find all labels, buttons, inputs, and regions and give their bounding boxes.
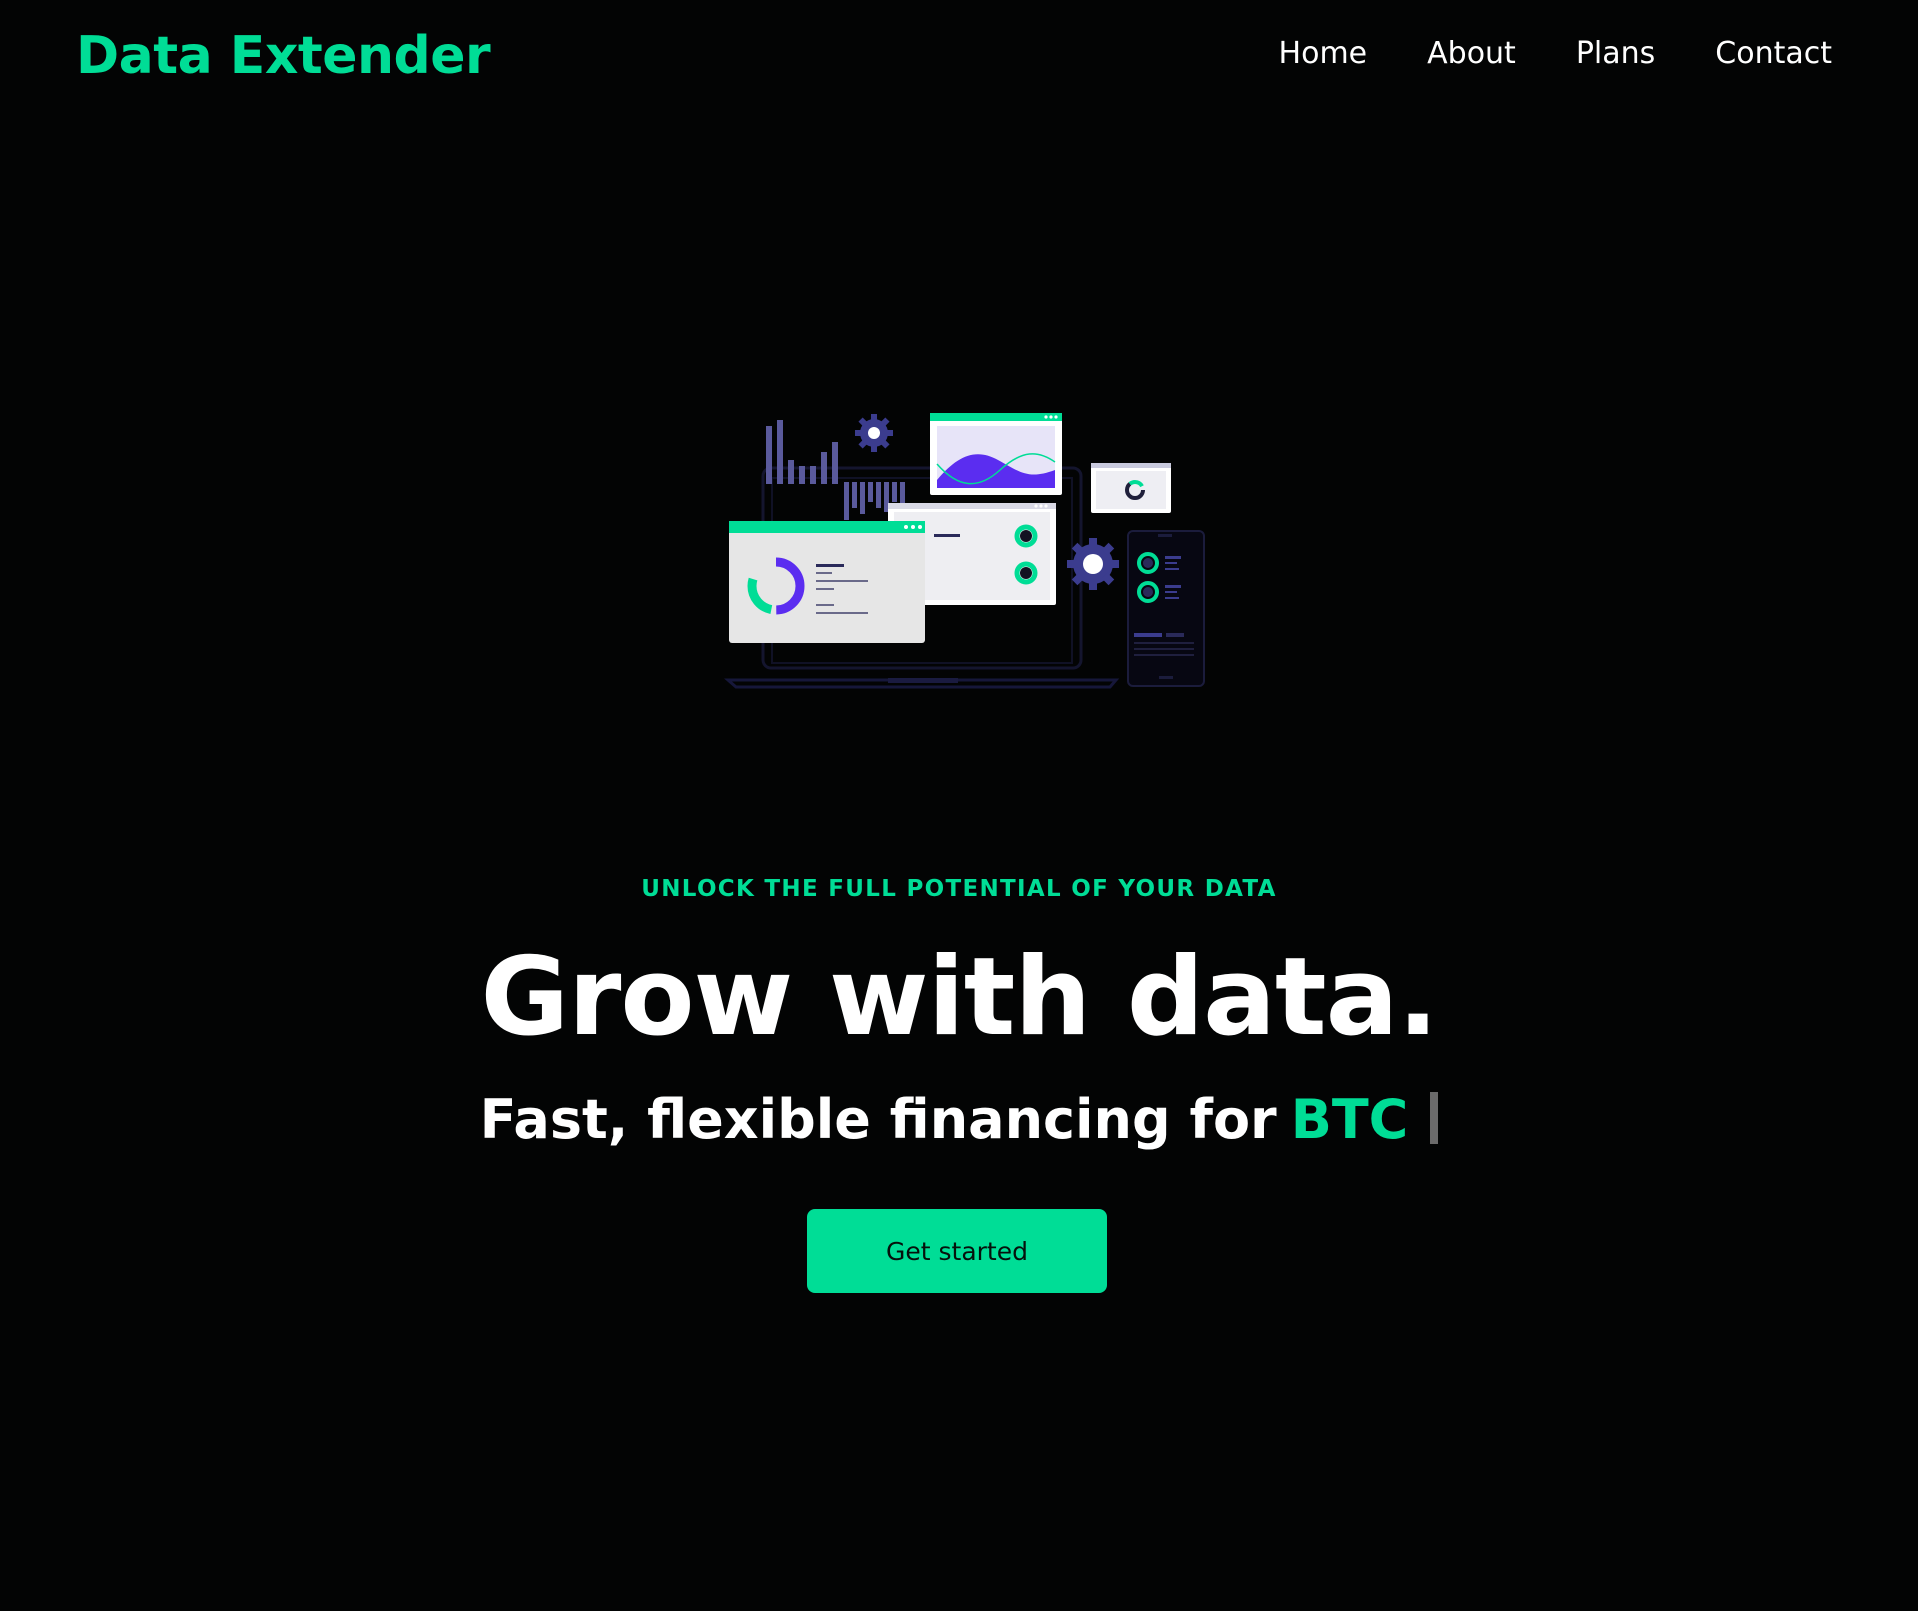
donut-chart-window [729, 521, 925, 643]
small-donut-window [1091, 463, 1171, 513]
hero-subline: Fast, flexible financing for BTC [0, 1088, 1918, 1151]
nav-about-link[interactable]: About [1427, 36, 1516, 71]
hero-eyebrow: UNLOCK THE FULL POTENTIAL OF YOUR DATA [641, 876, 1277, 902]
get-started-button[interactable]: Get started [807, 1209, 1107, 1293]
brand-logo[interactable]: Data Extender [76, 26, 491, 86]
hero-subline-prefix: Fast, flexible financing for [479, 1088, 1277, 1151]
main-nav: Home About Plans Contact [1279, 36, 1832, 71]
nav-contact-link[interactable]: Contact [1715, 36, 1832, 71]
bar-columns-graphic [766, 420, 838, 484]
laptop-notch [888, 678, 958, 683]
hero-headline: Grow with data. [480, 935, 1438, 1060]
wave-chart-window [930, 413, 1062, 495]
phone-device [1127, 530, 1205, 687]
typing-caret [1430, 1092, 1439, 1144]
gear-icon [855, 414, 893, 452]
gear-large-icon [1067, 538, 1119, 590]
hero-rotating-word: BTC [1290, 1088, 1409, 1151]
dashboard-analytics-illustration [724, 413, 1205, 689]
nav-plans-link[interactable]: Plans [1576, 36, 1655, 71]
nav-home-link[interactable]: Home [1279, 36, 1368, 71]
landing-page: Data Extender Home About Plans Contact U… [0, 0, 1918, 1611]
